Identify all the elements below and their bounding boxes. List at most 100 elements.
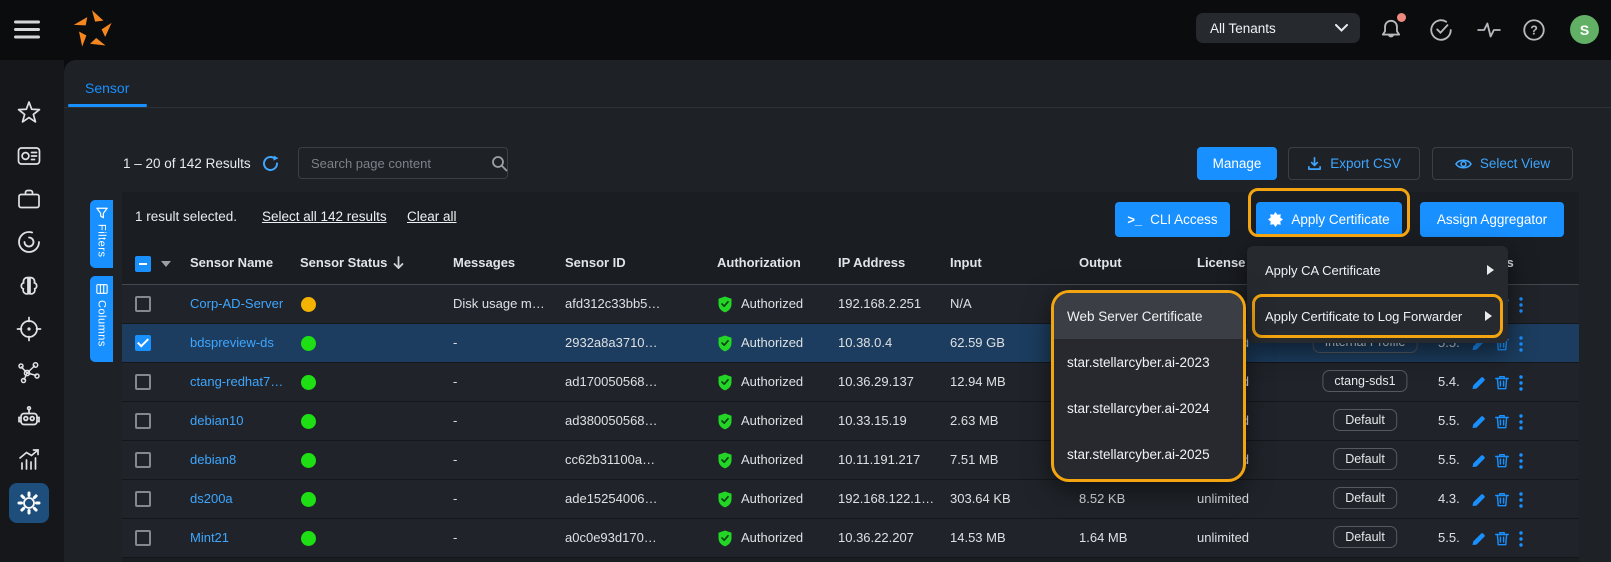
table-row[interactable]: debian8 - cc62b31100a… Authorized 10.11.… xyxy=(122,441,1579,480)
col-header-sensor-id[interactable]: Sensor ID xyxy=(565,242,626,284)
sensor-id-cell: a0c0e93d170… xyxy=(565,519,657,557)
refresh-icon[interactable] xyxy=(262,155,279,172)
edit-icon[interactable] xyxy=(1470,374,1486,390)
radar-spiral-icon xyxy=(16,229,42,255)
row-checkbox[interactable] xyxy=(135,530,151,546)
row-checkbox[interactable] xyxy=(135,296,151,312)
sensor-name-link[interactable]: debian10 xyxy=(190,402,244,440)
col-header-input[interactable]: Input xyxy=(950,242,982,284)
chevron-down-icon xyxy=(1335,24,1348,32)
col-header-ip-address[interactable]: IP Address xyxy=(838,242,905,284)
sidebar-item-detect[interactable] xyxy=(9,309,49,349)
delete-icon[interactable] xyxy=(1494,491,1510,508)
select-all-link[interactable]: Select all 142 results xyxy=(262,192,387,242)
sensor-id-cell: cc62b31100a… xyxy=(565,441,655,479)
sidebar-item-ai-detections[interactable] xyxy=(9,266,49,306)
delete-icon[interactable] xyxy=(1494,413,1510,430)
menu-item[interactable]: Apply CA Certificate xyxy=(1247,248,1508,292)
input-cell: 7.51 MB xyxy=(950,441,998,479)
selection-caret-icon[interactable] xyxy=(161,261,171,267)
ip-address-cell: 10.36.22.207 xyxy=(838,519,914,557)
dashboard-icon xyxy=(16,143,42,169)
stellar-cyber-logo[interactable] xyxy=(70,7,116,53)
sidebar-item-threat-hunting[interactable] xyxy=(9,222,49,262)
version-cell: 5.5. xyxy=(1438,402,1460,440)
col-header-sensor-status[interactable]: Sensor Status xyxy=(300,242,404,284)
sidebar-item-favorites[interactable] xyxy=(9,93,49,133)
more-actions-icon[interactable] xyxy=(1519,375,1523,391)
certificate-option[interactable]: star.stellarcyber.ai-2025 xyxy=(1054,431,1243,477)
shield-icon xyxy=(717,452,733,469)
certificate-option[interactable]: Web Server Certificate xyxy=(1054,293,1243,339)
sensor-name-link[interactable]: bdspreview-ds xyxy=(190,324,274,362)
manage-button[interactable]: Manage xyxy=(1197,147,1277,180)
sidebar-item-cases[interactable] xyxy=(9,179,49,219)
terminal-icon: >_ xyxy=(1127,212,1142,227)
edit-icon[interactable] xyxy=(1470,530,1486,546)
ip-address-cell: 10.36.29.137 xyxy=(838,363,914,401)
sidebar-item-settings[interactable] xyxy=(9,483,49,523)
columns-side-tab[interactable]: Columns xyxy=(90,276,113,362)
col-header-output[interactable]: Output xyxy=(1079,242,1122,284)
export-csv-button[interactable]: Export CSV xyxy=(1288,147,1420,180)
search-icon[interactable] xyxy=(491,155,508,172)
menu-item[interactable]: Apply Certificate to Log Forwarder xyxy=(1252,294,1503,338)
col-header-messages[interactable]: Messages xyxy=(453,242,515,284)
row-checkbox[interactable] xyxy=(135,335,151,351)
more-actions-icon[interactable] xyxy=(1519,414,1523,430)
select-all-checkbox[interactable] xyxy=(135,256,151,272)
search-box xyxy=(298,147,508,179)
user-avatar[interactable]: S xyxy=(1570,15,1599,44)
col-header-license[interactable]: License xyxy=(1197,242,1245,284)
delete-icon[interactable] xyxy=(1494,452,1510,469)
select-view-button[interactable]: Select View xyxy=(1432,147,1573,180)
table-row[interactable]: ctang-redhat7… - ad170050568… Authorized… xyxy=(122,363,1579,402)
certificate-option[interactable]: star.stellarcyber.ai-2023 xyxy=(1054,339,1243,385)
more-actions-icon[interactable] xyxy=(1519,297,1523,313)
sidebar-item-automation[interactable] xyxy=(9,397,49,437)
cli-access-button[interactable]: >_ CLI Access xyxy=(1115,202,1230,237)
edit-icon[interactable] xyxy=(1470,413,1486,429)
sensor-name-link[interactable]: debian8 xyxy=(190,441,236,479)
tenant-selector[interactable]: All Tenants xyxy=(1196,13,1360,43)
sensor-name-link[interactable]: Corp-AD-Server xyxy=(190,285,283,323)
sensor-name-link[interactable]: ctang-redhat7… xyxy=(190,363,283,401)
table-row[interactable]: ds200a - ade15254006… Authorized 192.168… xyxy=(122,480,1579,519)
clear-all-link[interactable]: Clear all xyxy=(407,192,457,242)
more-actions-icon[interactable] xyxy=(1519,492,1523,508)
edit-icon[interactable] xyxy=(1470,452,1486,468)
hamburger-menu-icon[interactable] xyxy=(14,20,40,39)
filters-side-tab[interactable]: Filters xyxy=(90,200,113,268)
apply-certificate-button[interactable]: Apply Certificate xyxy=(1256,202,1402,237)
submenu-arrow-icon xyxy=(1485,311,1492,321)
row-checkbox[interactable] xyxy=(135,452,151,468)
sidebar-item-connectors[interactable] xyxy=(9,352,49,392)
assign-aggregator-button[interactable]: Assign Aggregator xyxy=(1420,202,1564,237)
submenu-arrow-icon xyxy=(1487,265,1494,275)
help-icon[interactable]: ? xyxy=(1521,17,1547,43)
search-input[interactable] xyxy=(299,156,491,171)
certificate-option[interactable]: star.stellarcyber.ai-2024 xyxy=(1054,385,1243,431)
row-checkbox[interactable] xyxy=(135,491,151,507)
robot-icon xyxy=(16,404,42,430)
sensor-name-link[interactable]: ds200a xyxy=(190,480,233,518)
delete-icon[interactable] xyxy=(1494,530,1510,547)
edit-icon[interactable] xyxy=(1470,491,1486,507)
system-health-pulse-icon[interactable] xyxy=(1476,17,1502,43)
license-cell: unlimited xyxy=(1197,480,1249,518)
row-checkbox[interactable] xyxy=(135,413,151,429)
table-row[interactable]: Mint21 - a0c0e93d170… Authorized 10.36.2… xyxy=(122,519,1579,558)
row-checkbox[interactable] xyxy=(135,374,151,390)
sensor-name-link[interactable]: Mint21 xyxy=(190,519,229,557)
more-actions-icon[interactable] xyxy=(1519,453,1523,469)
table-row[interactable]: debian10 - ad380050568… Authorized 10.33… xyxy=(122,402,1579,441)
more-actions-icon[interactable] xyxy=(1519,531,1523,547)
sidebar-item-dashboards[interactable] xyxy=(9,136,49,176)
delete-icon[interactable] xyxy=(1494,374,1510,391)
more-actions-icon[interactable] xyxy=(1519,336,1523,352)
tasks-check-icon[interactable] xyxy=(1428,17,1454,43)
tab-sensor[interactable]: Sensor xyxy=(85,80,129,96)
col-header-authorization[interactable]: Authorization xyxy=(717,242,801,284)
col-header-sensor-name[interactable]: Sensor Name xyxy=(190,242,273,284)
sidebar-item-reports[interactable] xyxy=(9,440,49,480)
